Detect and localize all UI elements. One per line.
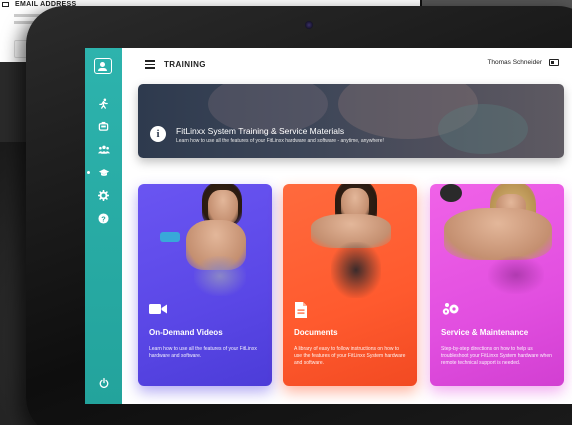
active-indicator [87, 171, 90, 174]
app-screen: ? TRAINING Thomas Schneider i FitLinxx S… [85, 48, 572, 404]
power-icon[interactable] [99, 378, 109, 389]
svg-text:?: ? [101, 214, 106, 223]
info-icon: i [150, 126, 166, 142]
card-photo-shape [194, 256, 246, 296]
gear-icon[interactable] [97, 189, 110, 203]
sidebar: ? [85, 48, 122, 404]
training-banner: i FitLinxx System Training & Service Mat… [138, 84, 564, 158]
users-icon[interactable] [97, 144, 110, 157]
graduation-cap-icon[interactable] [97, 167, 110, 180]
card-photo-shape [444, 208, 552, 260]
banner-photo-shape [438, 104, 528, 154]
dumbbell-shape [440, 184, 462, 202]
document-icon [294, 302, 312, 318]
menu-icon[interactable] [145, 60, 155, 69]
banner-title: FitLinxx System Training & Service Mater… [176, 126, 345, 136]
page-title: TRAINING [164, 60, 206, 69]
camera-icon [305, 21, 313, 29]
card-service-maintenance[interactable]: Service & Maintenance Step-by-step direc… [430, 184, 564, 386]
card-photo-shape [208, 190, 238, 224]
help-icon[interactable]: ? [97, 213, 110, 226]
card-description: A library of easy to follow instructions… [294, 346, 406, 366]
card-documents[interactable]: Documents A library of easy to follow in… [283, 184, 417, 386]
gears-icon [441, 302, 459, 318]
user-name[interactable]: Thomas Schneider [487, 59, 542, 66]
card-title: Service & Maintenance [441, 328, 529, 337]
tablet-device: ? TRAINING Thomas Schneider i FitLinxx S… [26, 6, 572, 425]
card-on-demand-videos[interactable]: On-Demand Videos Learn how to use all th… [138, 184, 272, 386]
envelope-icon [2, 1, 9, 7]
dumbbell-shape [160, 232, 180, 242]
running-person-icon[interactable] [97, 98, 110, 111]
card-title: On-Demand Videos [149, 328, 223, 337]
equipment-icon[interactable] [97, 121, 110, 134]
scene: EMAIL ADDRESS ? TRAINING Thomas Schneide… [0, 0, 572, 425]
app-logo-icon[interactable] [94, 58, 112, 74]
card-description: Step-by-step directions on how to help u… [441, 346, 552, 366]
video-camera-icon [149, 302, 167, 318]
card-photo-shape [488, 256, 544, 294]
banner-subtitle: Learn how to use all the features of you… [176, 138, 384, 144]
id-card-icon[interactable] [549, 59, 559, 66]
card-title: Documents [294, 328, 338, 337]
card-description: Learn how to use all the features of you… [149, 346, 257, 359]
card-photo-shape [331, 242, 381, 298]
top-bar: TRAINING Thomas Schneider [122, 48, 572, 82]
